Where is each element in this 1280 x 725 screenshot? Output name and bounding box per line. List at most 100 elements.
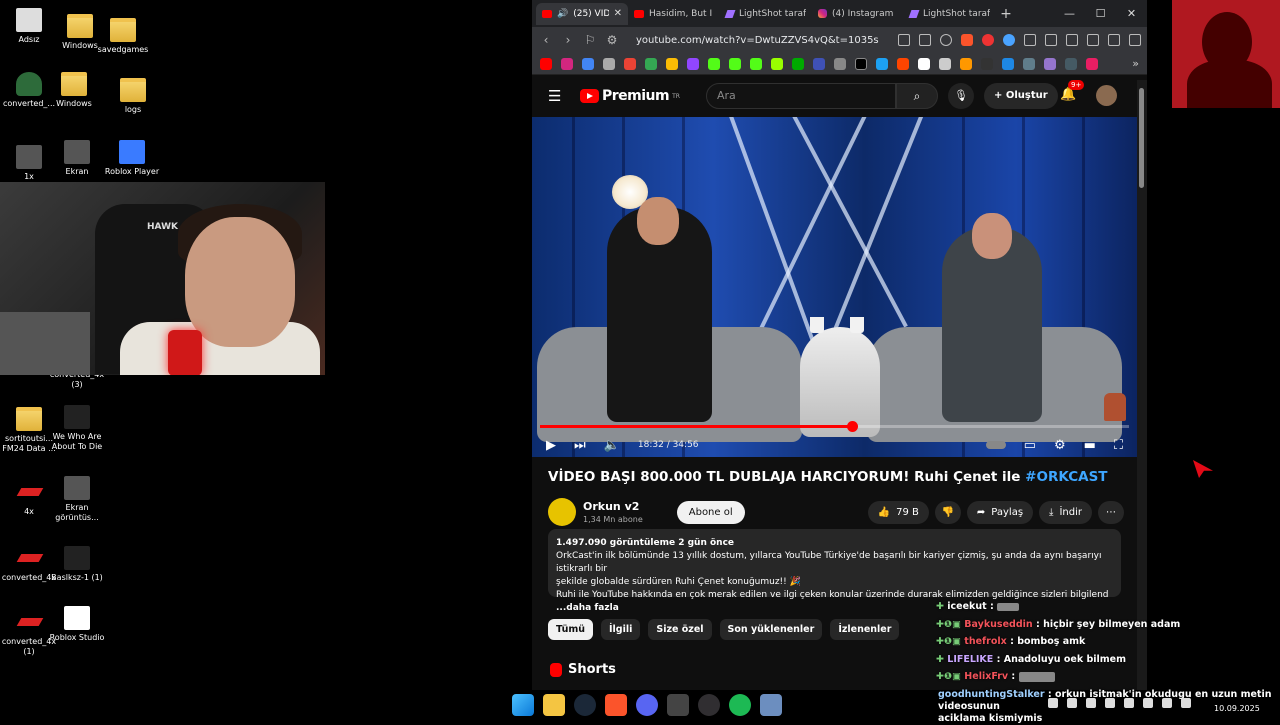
brave-browser-icon[interactable] [605,694,627,716]
bookmark-kick-icon[interactable] [729,57,741,70]
cast-icon[interactable] [898,34,910,46]
subtitles-icon[interactable]: ▭ [1024,438,1036,453]
steam-icon[interactable] [574,694,596,716]
bookmark-icon[interactable] [1002,57,1014,70]
chip-for-you[interactable]: Size özel [648,619,712,640]
chip-watched[interactable]: İzlenenler [830,619,900,640]
hamburger-menu-icon[interactable]: ☰ [548,87,564,105]
tray-icon[interactable] [1067,698,1077,708]
bookmark-reddit-icon[interactable] [897,57,909,70]
progress-bar[interactable] [540,421,1129,432]
discord-icon[interactable] [636,694,658,716]
desktop-icon-logs[interactable]: logs [104,78,162,115]
star-icon[interactable] [940,34,952,46]
tab-hasidim[interactable]: Hasidim, But I Do [628,3,720,25]
bookmark-icon[interactable] [603,57,615,70]
network-icon[interactable] [1162,698,1172,708]
bookmark-icon[interactable] [834,57,846,70]
account-avatar[interactable] [1096,85,1117,106]
bookmark-icon[interactable] [792,57,804,70]
url-field[interactable]: youtube.com/watch?v=DwtuZZVS4vQ&t=1035s [626,35,886,46]
hashtag-link[interactable]: #ORKCAST [1025,469,1107,485]
volume-icon[interactable]: 🔈 [604,438,620,453]
tray-icon[interactable] [1143,698,1153,708]
volume-icon[interactable] [1181,698,1191,708]
file-explorer-icon[interactable] [543,694,565,716]
app-icon[interactable] [760,694,782,716]
extension-icon[interactable] [1024,34,1036,46]
maximize-icon[interactable]: ☐ [1085,7,1116,20]
bookmark-icon[interactable] [939,57,951,70]
desktop-icon-windows-2[interactable]: Windows [45,72,103,109]
taskbar-date[interactable]: 10.09.2025 [1214,704,1260,713]
desktop-icon-savedgames[interactable]: savedgames [94,18,152,55]
channel-watermark[interactable] [1104,393,1126,421]
show-more-link[interactable]: ...daha fazla [556,603,619,613]
next-icon[interactable]: ⏭ [574,438,586,453]
bookmark-twitch-icon[interactable] [687,57,699,70]
bookmark-drive-icon[interactable] [645,57,657,70]
search-input[interactable]: Ara [706,83,896,109]
bookmark-icon[interactable] [666,57,678,70]
app-icon[interactable] [667,694,689,716]
minimize-icon[interactable]: — [1054,7,1085,20]
tray-chevron-icon[interactable] [1048,698,1058,708]
desktop-icon-ekran-goruntusu[interactable]: Ekran görüntüs... [48,476,106,523]
bookmark-youtube-icon[interactable] [540,57,552,70]
tray-icon[interactable] [1086,698,1096,708]
description-box[interactable]: 1.497.090 görüntüleme 2 gün önce OrkCast… [548,529,1121,613]
bookmark-icon[interactable] [1023,57,1035,70]
chip-related[interactable]: İlgili [601,619,641,640]
sidebar-icon[interactable] [1087,34,1099,46]
close-tab-icon[interactable]: ✕ [614,8,622,19]
bookmark-kick-icon[interactable] [708,57,720,70]
channel-avatar[interactable] [548,498,576,526]
windows-start-icon[interactable] [512,694,534,716]
bookmark-icon[interactable] [918,57,930,70]
tab-instagram[interactable]: (4) Instagram [812,3,904,25]
create-button[interactable]: + Oluştur [984,83,1058,109]
share-button[interactable]: ➦ Paylaş [966,500,1034,524]
desktop-icon-roblox-player[interactable]: Roblox Player [100,140,164,177]
video-player[interactable]: ▶ ⏭ 🔈 18:32 / 34:56 ▭ ⚙ ▬ ⛶ [532,117,1137,457]
voice-search-icon[interactable]: 🎙 [948,83,974,109]
settings-gear-icon[interactable]: ⚙ [1054,438,1066,453]
bookmark-kick-icon[interactable] [750,57,762,70]
autoplay-toggle[interactable] [985,441,1006,449]
bookmark-icon[interactable] [981,57,993,70]
desktop-icon-roblox-studio[interactable]: Roblox Studio [48,606,106,643]
theater-mode-icon[interactable]: ▬ [1084,438,1096,453]
tab-lightshot-2[interactable]: LightShot tarafınd [904,3,996,25]
more-bookmarks-icon[interactable]: » [1132,57,1139,70]
tray-icon[interactable] [1105,698,1115,708]
back-icon[interactable]: ‹ [538,33,554,47]
dislike-button[interactable]: 👎 [934,500,961,524]
bookmark-icon[interactable] [771,57,783,70]
bookmark-x-icon[interactable] [855,57,867,70]
subscribe-button[interactable]: Abone ol [676,500,745,524]
extension-icon[interactable] [1066,34,1078,46]
bookmark-icon[interactable] [1044,57,1056,70]
youtube-logo[interactable]: Premium TR [580,88,680,104]
bookmark-gmail-icon[interactable] [624,57,636,70]
desktop-icon-ekran[interactable]: Ekran [48,140,106,177]
speaker-icon[interactable]: 🔊 [557,9,568,19]
menu-icon[interactable] [1129,34,1141,46]
tab-lightshot-1[interactable]: LightShot tarafınd [720,3,812,25]
bookmark-translate-icon[interactable] [582,57,594,70]
bookmark-icon[interactable] [1086,57,1098,70]
desktop-icon-adsiz[interactable]: Adsız [0,8,58,45]
bookmark-icon[interactable] [876,57,888,70]
bookmark-icon[interactable] [813,57,825,70]
tray-icon[interactable] [1124,698,1134,708]
media-icon[interactable] [1108,34,1120,46]
desktop-icon-baslksz[interactable]: Baslksz-1 (1) [48,546,106,583]
play-icon[interactable]: ▶ [546,438,556,453]
obs-icon[interactable] [698,694,720,716]
close-window-icon[interactable]: ✕ [1116,7,1147,20]
brave-shields-icon[interactable] [961,34,973,46]
chip-all[interactable]: Tümü [548,619,594,640]
extension-icon[interactable] [1003,34,1015,46]
search-icon[interactable]: ⌕ [896,83,938,109]
extension-icon[interactable] [1045,34,1057,46]
